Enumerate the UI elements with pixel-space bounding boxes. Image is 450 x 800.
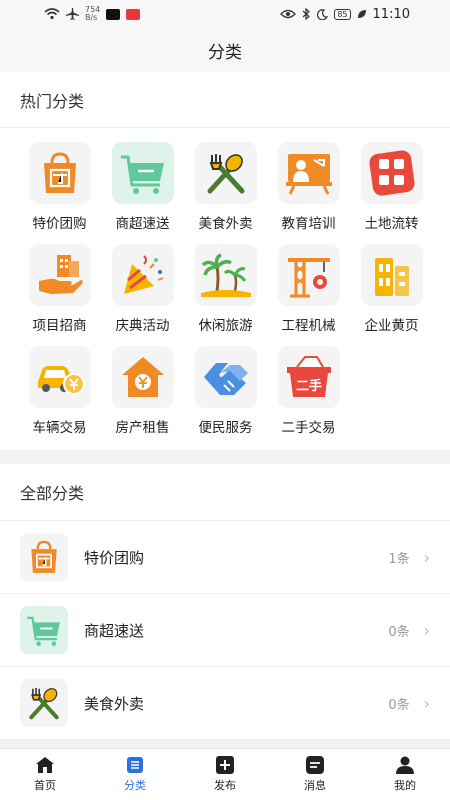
page-header: 分类	[0, 28, 450, 72]
category-list-icon	[127, 757, 143, 773]
tab-profile[interactable]: 我的	[360, 749, 450, 800]
status-left: 754 B/s	[44, 6, 141, 22]
category-label: 商超速送	[115, 216, 170, 232]
category-item-leisure-travel[interactable]: 休闲旅游	[184, 244, 267, 342]
tab-home[interactable]: 首页	[0, 749, 90, 800]
category-label: 教育培训	[281, 216, 336, 232]
all-categories-title: 全部分类	[20, 484, 85, 503]
shopping-bag-icon	[28, 142, 91, 204]
office-building-icon	[360, 244, 423, 306]
category-item-land-transfer[interactable]: 土地流转	[350, 142, 433, 240]
handshake-icon	[194, 346, 257, 408]
category-label: 特价团购	[32, 216, 87, 232]
shopping-bag-icon	[20, 533, 68, 581]
leaf-icon	[357, 10, 366, 18]
list-item-label: 特价团购	[84, 548, 145, 567]
category-label: 车辆交易	[32, 420, 87, 436]
list-item-food-delivery[interactable]: 美食外卖 0条 ›	[0, 666, 450, 739]
category-item-machinery[interactable]: 工程机械	[267, 244, 350, 342]
bluetooth-icon	[302, 8, 311, 20]
category-label: 土地流转	[364, 216, 419, 232]
plus-square-icon	[216, 756, 234, 774]
shopping-cart-icon	[111, 142, 174, 204]
crane-icon	[277, 244, 340, 306]
chevron-right-icon: ›	[423, 620, 430, 640]
page-title: 分类	[208, 42, 242, 63]
list-item-count: 1条	[388, 551, 410, 567]
hand-building-icon	[28, 244, 91, 306]
all-categories-section: 全部分类 特价团购 1条 › 商超速送 0条 › 美食外卖 0条 ›	[0, 464, 450, 739]
category-item-education[interactable]: 教育培训	[267, 142, 350, 240]
category-label: 美食外卖	[198, 216, 253, 232]
secondhand-basket-text: 二手	[295, 378, 321, 394]
airplane-icon	[66, 8, 79, 20]
eye-icon	[280, 9, 297, 19]
category-label: 便民服务	[198, 420, 253, 436]
category-label: 房产租售	[115, 420, 170, 436]
category-item-yellow-pages[interactable]: 企业黄页	[350, 244, 433, 342]
category-item-investment[interactable]: 项目招商	[18, 244, 101, 342]
list-item-count: 0条	[388, 697, 410, 713]
hot-categories-grid: 特价团购 商超速送 美食外卖 教育培训 土地流转 项目招商 庆典活动 休闲旅游 …	[0, 128, 450, 450]
tab-category[interactable]: 分类	[90, 749, 180, 800]
list-item-label: 美食外卖	[84, 694, 145, 713]
fork-spoon-icon	[20, 679, 68, 727]
palm-tree-icon	[194, 244, 257, 306]
category-label: 工程机械	[281, 318, 336, 334]
bottom-tab-bar: 首页 分类 发布 消息 我的	[0, 748, 450, 800]
battery-level: 85	[334, 8, 351, 20]
category-label: 休闲旅游	[198, 318, 253, 334]
section-divider	[0, 450, 450, 464]
status-right: 85 11:10	[280, 7, 410, 22]
party-popper-icon	[111, 244, 174, 306]
category-label: 二手交易	[281, 420, 336, 436]
tab-messages[interactable]: 消息	[270, 749, 360, 800]
hot-categories-title: 热门分类	[0, 72, 450, 128]
shopping-cart-icon	[20, 606, 68, 654]
category-label: 庆典活动	[115, 318, 170, 334]
tab-label: 我的	[394, 779, 416, 792]
chevron-right-icon: ›	[423, 547, 430, 567]
status-bar: 754 B/s 85 11:10	[0, 0, 450, 28]
network-speed: 754 B/s	[85, 6, 100, 22]
clock-time: 11:10	[372, 6, 410, 22]
category-item-secondhand[interactable]: 二手 二手交易	[267, 346, 350, 444]
tab-publish[interactable]: 发布	[180, 749, 270, 800]
tiktok-app-icon	[106, 8, 121, 20]
list-item-label: 商超速送	[84, 621, 145, 640]
category-item-convenience[interactable]: 便民服务	[184, 346, 267, 444]
list-item-count: 0条	[388, 624, 410, 640]
moon-icon	[317, 8, 329, 20]
network-speed-unit: B/s	[85, 13, 98, 22]
category-item-supermarket[interactable]: 商超速送	[101, 142, 184, 240]
home-icon	[36, 757, 54, 773]
fork-spoon-icon	[194, 142, 257, 204]
house-yen-icon	[111, 346, 174, 408]
tab-label: 发布	[214, 779, 236, 792]
category-item-real-estate[interactable]: 房产租售	[101, 346, 184, 444]
message-icon	[306, 756, 324, 774]
category-item-vehicles[interactable]: 车辆交易	[18, 346, 101, 444]
list-item-group-buy[interactable]: 特价团购 1条 ›	[0, 520, 450, 593]
car-coin-icon	[28, 346, 91, 408]
category-item-celebration[interactable]: 庆典活动	[101, 244, 184, 342]
tab-label: 分类	[124, 779, 146, 792]
tab-label: 首页	[34, 779, 56, 792]
list-item-supermarket[interactable]: 商超速送 0条 ›	[0, 593, 450, 666]
category-item-food-delivery[interactable]: 美食外卖	[184, 142, 267, 240]
teacher-board-icon	[277, 142, 340, 204]
wifi-icon	[44, 8, 60, 20]
red-app-icon	[126, 8, 141, 20]
category-item-group-buy[interactable]: 特价团购	[18, 142, 101, 240]
category-label: 项目招商	[32, 318, 87, 334]
tab-label: 消息	[304, 779, 326, 792]
chevron-right-icon: ›	[423, 693, 430, 713]
category-label: 企业黄页	[364, 318, 419, 334]
land-grid-icon	[360, 142, 423, 204]
secondhand-basket-icon: 二手	[277, 346, 340, 408]
hot-categories-section: 热门分类 特价团购 商超速送 美食外卖 教育培训 土地流转 项目招商 庆典活动 …	[0, 72, 450, 450]
person-icon	[396, 756, 414, 774]
